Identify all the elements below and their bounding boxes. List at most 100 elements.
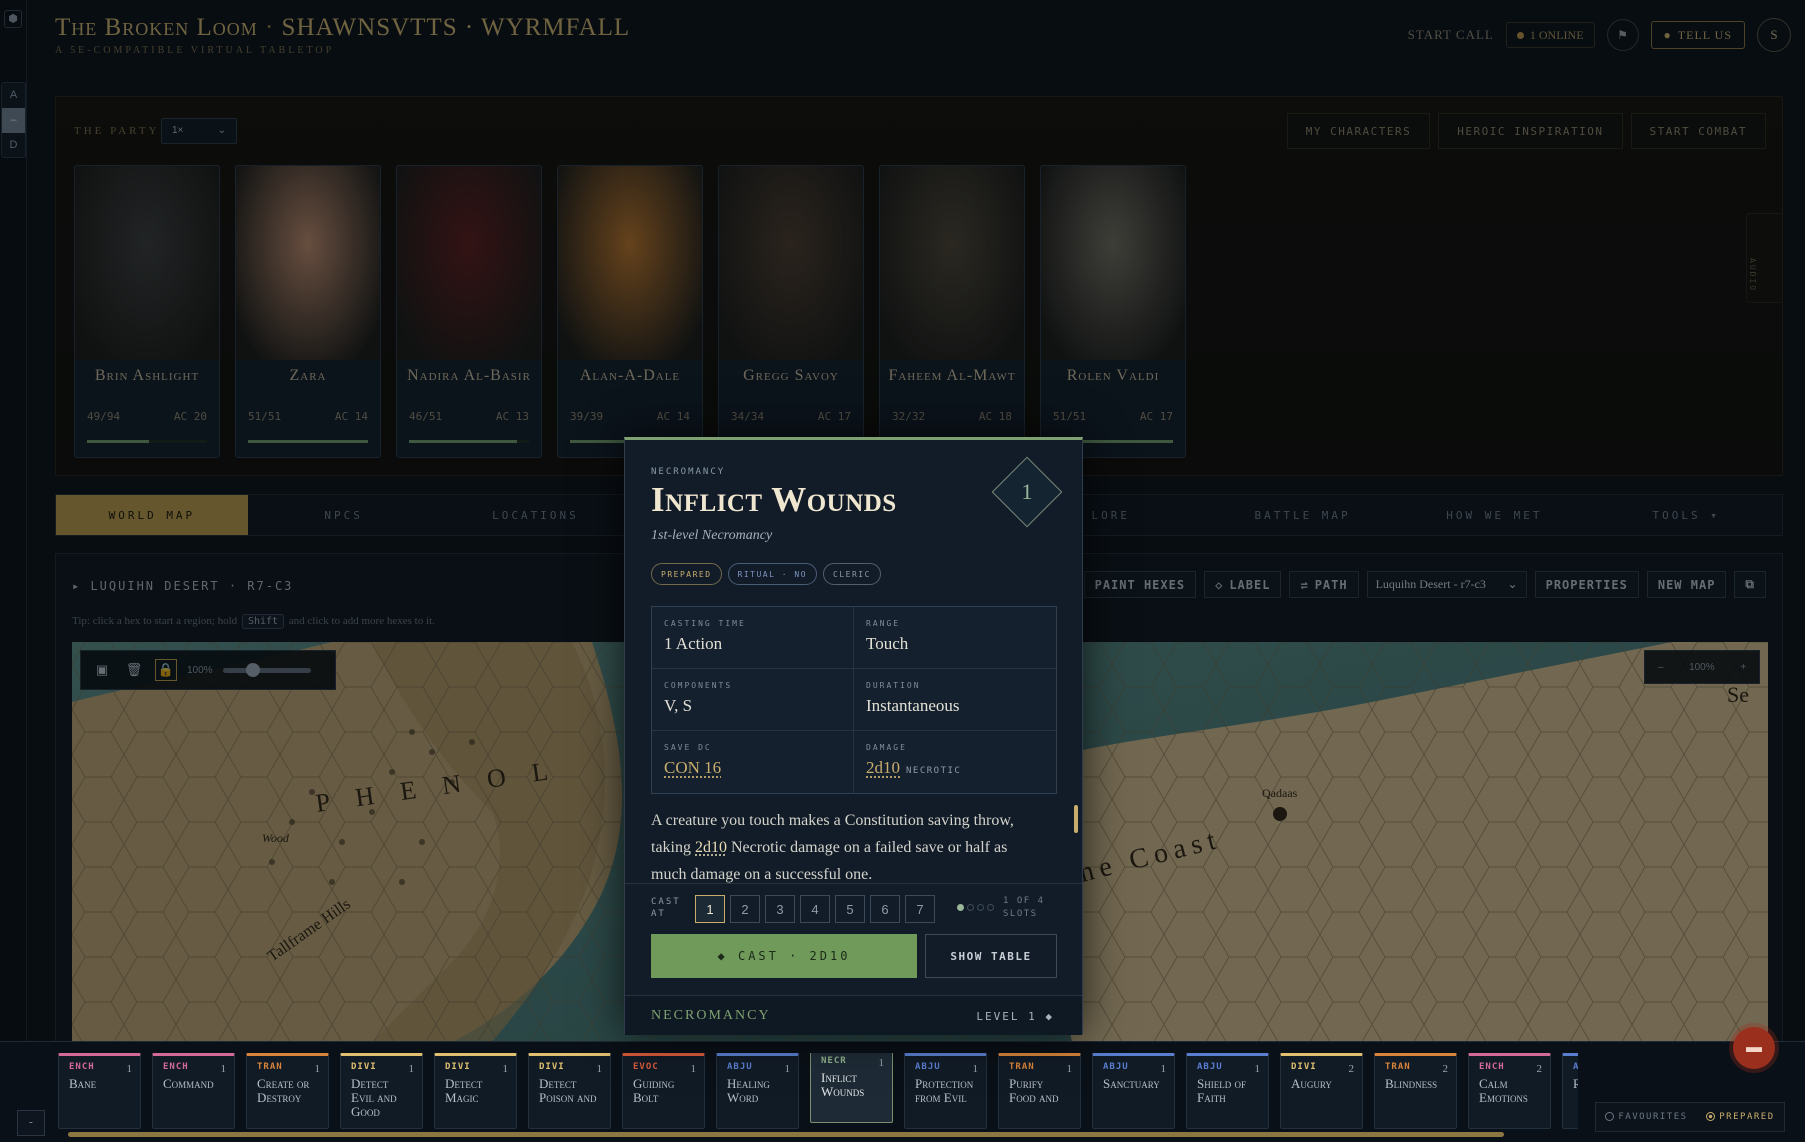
- spell-card[interactable]: DIVI 1 Detect Poison and: [528, 1053, 611, 1129]
- spell-slot-indicators: [957, 904, 994, 911]
- spell-tag: CLERIC: [823, 563, 881, 585]
- spell-card-name: Bane: [69, 1077, 97, 1091]
- filter-prepared[interactable]: PREPARED: [1706, 1112, 1774, 1122]
- tab-world-map[interactable]: WORLD MAP: [56, 495, 248, 535]
- rail-button-minus[interactable]: –: [2, 108, 25, 133]
- tab-how-we-met[interactable]: HOW WE MET: [1398, 495, 1590, 535]
- trash-icon[interactable]: 🗑: [123, 659, 145, 681]
- cube-logo-icon[interactable]: ⬢: [4, 10, 22, 28]
- character-card[interactable]: Faheem Al-Mawt 32/32 AC 18: [879, 165, 1025, 458]
- spell-card-school: DIVI: [1291, 1062, 1317, 1072]
- spell-card[interactable]: TRAN 2 Blindness: [1374, 1053, 1457, 1129]
- paint-hexes-button[interactable]: PAINT HEXES: [1083, 571, 1197, 598]
- spell-card[interactable]: ABJU 1 Sanctuary: [1092, 1053, 1175, 1129]
- description-scrollbar[interactable]: [1074, 795, 1078, 879]
- spell-card[interactable]: ABJU 1 Shield of Faith: [1186, 1053, 1269, 1129]
- party-size-select[interactable]: 1× ⌄: [161, 118, 237, 144]
- damage-dice-link[interactable]: 2d10: [695, 839, 727, 856]
- spell-card[interactable]: TRAN 1 Purify Food and: [998, 1053, 1081, 1129]
- cast-level-button[interactable]: 3: [765, 895, 795, 923]
- chat-bubble-icon[interactable]: ▬: [1733, 1027, 1775, 1069]
- spell-card[interactable]: A R C: [1562, 1053, 1578, 1129]
- cast-level-button[interactable]: 2: [730, 895, 760, 923]
- spell-card[interactable]: EVOC 1 Guiding Bolt: [622, 1053, 705, 1129]
- spell-card-level: 1: [784, 1063, 791, 1075]
- map-select[interactable]: Luquihn Desert - r7-c3 ⌄: [1366, 571, 1527, 598]
- hp-bar: [409, 440, 529, 443]
- tab-npcs[interactable]: NPCS: [248, 495, 440, 535]
- cast-level-button[interactable]: 5: [835, 895, 865, 923]
- spell-card[interactable]: ABJU 1 Protection from Evil: [904, 1053, 987, 1129]
- spell-tag: RITUAL · NO: [727, 563, 818, 585]
- new-map-button[interactable]: NEW MAP: [1646, 571, 1727, 598]
- rail-button-d[interactable]: D: [2, 133, 25, 158]
- cast-level-button[interactable]: 7: [905, 895, 935, 923]
- character-card[interactable]: Zara 51/51 AC 14: [235, 165, 381, 458]
- my-characters-button[interactable]: MY CHARACTERS: [1286, 113, 1431, 149]
- stat-value[interactable]: 2d10: [866, 758, 900, 777]
- spell-stat-cell: RANGE Touch: [854, 607, 1056, 669]
- character-card[interactable]: Gregg Savoy 34/34 AC 17: [718, 165, 864, 458]
- zoom-slider[interactable]: [222, 662, 311, 677]
- start-combat-button[interactable]: START COMBAT: [1630, 113, 1766, 149]
- heroic-inspiration-button[interactable]: HEROIC INSPIRATION: [1438, 113, 1623, 149]
- character-card[interactable]: Rolen Valdi 51/51 AC 17: [1040, 165, 1186, 458]
- character-ac: AC 18: [978, 410, 1012, 423]
- spell-card[interactable]: DIVI 1 Detect Evil and Good: [340, 1053, 423, 1129]
- zoom-in-button[interactable]: +: [1740, 662, 1746, 673]
- rail-button-a[interactable]: A: [2, 83, 25, 108]
- spell-card[interactable]: DIVI 1 Detect Magic: [434, 1053, 517, 1129]
- scrollbar-thumb[interactable]: [1074, 805, 1078, 833]
- spell-card[interactable]: ABJU 1 Healing Word: [716, 1053, 799, 1129]
- rail-collapse-button[interactable]: -: [17, 1110, 45, 1136]
- character-card[interactable]: Brin Ashlight 49/94 AC 20: [74, 165, 220, 458]
- spell-card-school: A: [1573, 1062, 1578, 1072]
- zoom-out-button[interactable]: –: [1658, 662, 1664, 673]
- filter-favourites[interactable]: FAVOURITES: [1605, 1112, 1687, 1122]
- spell-card[interactable]: DIVI 2 Augury: [1280, 1053, 1363, 1129]
- tell-us-button[interactable]: ● TELL US: [1650, 21, 1745, 49]
- label-button[interactable]: ◇ LABEL: [1204, 571, 1282, 598]
- spell-tags: PREPARED RITUAL · NO CLERIC: [651, 563, 881, 585]
- stat-value: V, S: [664, 696, 693, 715]
- spell-card[interactable]: ENCH 1 Command: [152, 1053, 235, 1129]
- flag-icon[interactable]: ⚑: [1606, 19, 1639, 51]
- online-status[interactable]: 1 ONLINE: [1505, 22, 1595, 48]
- lock-icon[interactable]: 🔒: [155, 659, 177, 681]
- stat-value[interactable]: CON 16: [664, 758, 721, 777]
- start-call-button[interactable]: START CALL: [1408, 27, 1494, 43]
- tab-battle-map[interactable]: BATTLE MAP: [1207, 495, 1399, 535]
- cast-level-button[interactable]: 6: [870, 895, 900, 923]
- spell-card-level: 1: [408, 1063, 415, 1075]
- zoom-slider-knob[interactable]: [246, 662, 261, 677]
- character-card[interactable]: Nadira Al-Basir 46/51 AC 13: [396, 165, 542, 458]
- online-count: 1 ONLINE: [1529, 27, 1584, 42]
- footer-level: LEVEL 1 ◆: [976, 1010, 1054, 1023]
- path-button[interactable]: ⇌ PATH: [1289, 571, 1359, 598]
- image-icon[interactable]: ▣: [91, 659, 113, 681]
- cast-level-button[interactable]: 4: [800, 895, 830, 923]
- show-table-button[interactable]: SHOW TABLE: [925, 934, 1057, 978]
- spell-card[interactable]: NECR 1 Inflict Wounds: [810, 1053, 893, 1123]
- tab-tools[interactable]: TOOLS ▾: [1590, 495, 1782, 535]
- spell-card-school: ABJU: [915, 1062, 941, 1072]
- spell-stat-cell: DURATION Instantaneous: [854, 669, 1056, 731]
- properties-button[interactable]: PROPERTIES: [1534, 571, 1639, 598]
- character-hp: 32/32: [892, 410, 926, 423]
- duplicate-icon[interactable]: ⧉: [1734, 571, 1766, 598]
- cast-button[interactable]: ◆ CAST · 2D10: [651, 934, 917, 978]
- tray-scrollbar[interactable]: [68, 1132, 1504, 1137]
- tab-locations[interactable]: LOCATIONS: [440, 495, 632, 535]
- audio-side-tab[interactable]: AUDIO: [1746, 213, 1782, 303]
- cast-level-button[interactable]: 1: [695, 895, 725, 923]
- character-card[interactable]: Alan-A-Dale 39/39 AC 14: [557, 165, 703, 458]
- stat-value: 1 Action: [664, 634, 723, 653]
- stat-unit: NECROTIC: [906, 766, 962, 776]
- paint-hexes-label: PAINT HEXES: [1094, 577, 1186, 592]
- spell-card[interactable]: TRAN 1 Create or Destroy: [246, 1053, 329, 1129]
- app-title: The Broken Loom · SHAWNSVTTS · WYRMFALL: [55, 14, 630, 42]
- user-avatar[interactable]: S: [1757, 18, 1791, 52]
- spell-card[interactable]: ENCH 1 Bane: [58, 1053, 141, 1129]
- map-label-se: Se: [1727, 682, 1749, 707]
- spell-card[interactable]: ENCH 2 Calm Emotions: [1468, 1053, 1551, 1129]
